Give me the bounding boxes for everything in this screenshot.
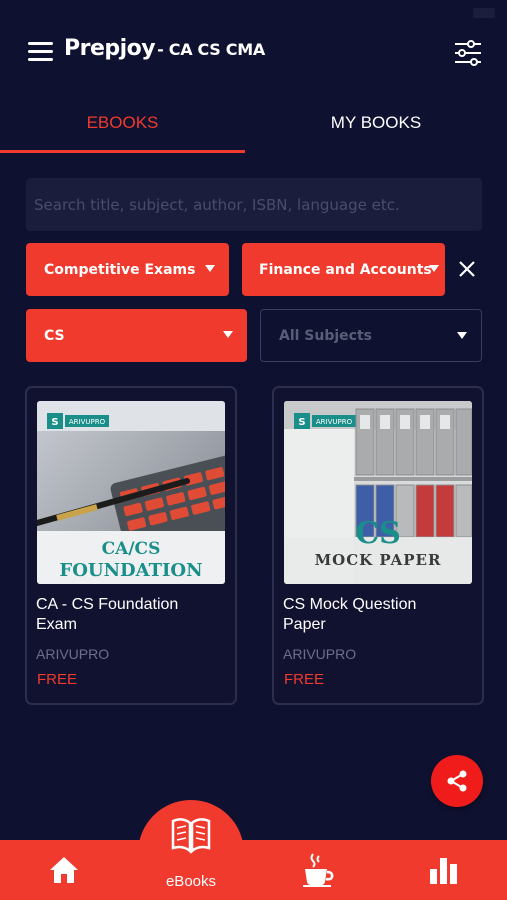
search-box: [26, 178, 482, 231]
bar-chart-icon: [430, 858, 457, 884]
share-icon: [447, 770, 467, 792]
book-card[interactable]: S ARIVUPRO CA/CS FOUNDATION CA - CS Foun…: [25, 386, 237, 705]
svg-text:S: S: [298, 417, 305, 428]
cover-publisher-badge: ARIVUPRO: [69, 418, 106, 426]
home-icon: [50, 857, 78, 883]
tab-bar: EBOOKS MY BOOKS: [0, 95, 507, 153]
brand-name: Prepjoy: [64, 36, 156, 61]
caret-down-icon: [223, 331, 233, 338]
cover-title-line1: CA/CS: [102, 539, 161, 559]
cover-publisher-badge: ARIVUPRO: [316, 418, 353, 426]
subject-dropdown[interactable]: All Subjects: [260, 309, 482, 362]
cover-title-line2: FOUNDATION: [59, 560, 202, 581]
svg-text:S: S: [51, 417, 58, 428]
caret-down-icon: [457, 332, 467, 339]
book-price: FREE: [37, 671, 78, 688]
filter-settings-icon[interactable]: [453, 40, 483, 66]
nav-stats[interactable]: [428, 855, 460, 890]
clear-filters-icon[interactable]: [456, 258, 478, 280]
nav-ebooks-label: eBooks: [165, 873, 217, 890]
nav-ebooks[interactable]: [162, 815, 220, 860]
share-button[interactable]: [431, 755, 483, 807]
course-value: CS: [44, 327, 65, 344]
caret-down-icon: [205, 265, 215, 272]
book-author: ARIVUPRO: [36, 646, 110, 662]
cover-title-line1: CS: [355, 516, 401, 551]
category-value: Finance and Accounts: [259, 261, 432, 278]
book-card[interactable]: S ARIVUPRO CS MOCK PAPER CS Mock Questio…: [272, 386, 484, 705]
app-header: Prepjoy - CA CS CMA: [0, 24, 507, 84]
exam-type-value: Competitive Exams: [44, 261, 196, 278]
brand-suffix: - CA CS CMA: [157, 40, 265, 59]
coffee-cup-icon: [303, 853, 334, 887]
caret-down-icon: [429, 265, 439, 272]
cover-title-line2: MOCK PAPER: [315, 551, 442, 569]
app-logo: Prepjoy - CA CS CMA: [64, 36, 265, 66]
category-dropdown[interactable]: Finance and Accounts: [242, 243, 445, 296]
tab-my-books[interactable]: MY BOOKS: [245, 95, 507, 153]
status-bar: [0, 0, 507, 24]
book-title: CA - CS Foundation Exam: [36, 596, 179, 633]
book-author: ARIVUPRO: [283, 646, 357, 662]
exam-type-dropdown[interactable]: Competitive Exams: [26, 243, 229, 296]
book-price: FREE: [284, 671, 325, 688]
course-dropdown[interactable]: CS: [26, 309, 247, 362]
book-cover-image: S ARIVUPRO CA/CS FOUNDATION: [37, 401, 225, 584]
subject-placeholder: All Subjects: [279, 327, 372, 344]
tab-ebooks[interactable]: EBOOKS: [0, 95, 245, 153]
nav-home[interactable]: [48, 855, 80, 890]
battery-icon: [473, 8, 495, 18]
book-title: CS Mock Question Paper: [283, 596, 417, 633]
book-cover-image: S ARIVUPRO CS MOCK PAPER: [284, 401, 472, 584]
menu-icon[interactable]: [28, 42, 53, 62]
book-open-icon: [171, 818, 211, 854]
search-input[interactable]: [34, 195, 482, 214]
nav-cafe[interactable]: [301, 852, 335, 893]
